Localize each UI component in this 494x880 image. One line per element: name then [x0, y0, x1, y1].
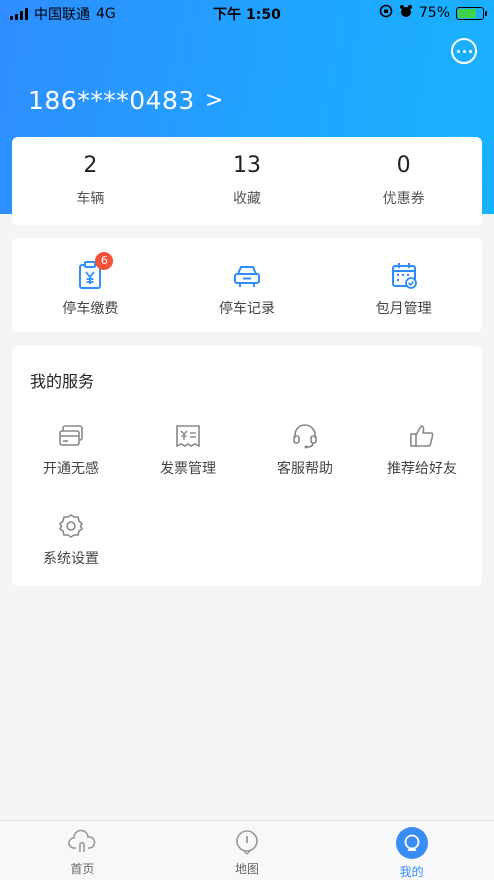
dot	[462, 49, 466, 53]
parking-fee-icon: 6	[75, 252, 114, 290]
battery-percent: 75%	[418, 5, 450, 21]
card-icon	[57, 422, 85, 450]
stat-label: 优惠券	[382, 191, 425, 207]
section-title: 我的服务	[30, 372, 95, 391]
service-system-settings[interactable]: 系统设置	[12, 512, 130, 568]
stat-favorites[interactable]: 13 收藏	[169, 137, 326, 225]
parking-records-button[interactable]: 停车记录	[169, 238, 326, 332]
tab-label: 地图	[235, 862, 260, 876]
invoice-icon	[174, 422, 202, 450]
map-pin-icon	[233, 828, 261, 856]
quick-action-label: 停车记录	[219, 301, 275, 317]
bottom-tab-bar: 首页 地图 我的	[0, 820, 494, 880]
stat-value: 13	[233, 153, 261, 178]
service-recommend[interactable]: 推荐给好友	[363, 422, 481, 478]
service-customer-help[interactable]: 客服帮助	[246, 422, 364, 478]
alarm-icon	[399, 4, 413, 22]
service-label: 推荐给好友	[387, 461, 457, 477]
tab-label: 首页	[70, 862, 95, 876]
dot	[456, 49, 460, 53]
service-label: 系统设置	[43, 551, 99, 567]
notification-badge: 6	[95, 252, 114, 270]
service-invoice[interactable]: 发票管理	[129, 422, 247, 478]
thumbs-up-icon	[408, 422, 436, 450]
message-button[interactable]	[451, 38, 477, 64]
tab-home[interactable]: 首页	[0, 821, 165, 880]
dot	[468, 49, 472, 53]
stat-vehicles[interactable]: 2 车辆	[12, 137, 169, 225]
service-label: 发票管理	[160, 461, 216, 477]
stats-card: 2 车辆 13 收藏 0 优惠券	[12, 137, 482, 225]
gear-icon	[57, 512, 85, 540]
my-services-card: 我的服务 开通无感 发票管理 客服帮助 推荐给好友 系统设置	[12, 346, 482, 586]
stat-label: 车辆	[76, 191, 105, 207]
stat-coupons[interactable]: 0 优惠券	[325, 137, 482, 225]
quick-action-label: 包月管理	[375, 301, 432, 317]
status-bar: 中国联通 4G 下午 1:50 75%	[0, 0, 494, 26]
chevron-right-icon: >	[204, 88, 224, 113]
home-cloud-icon	[68, 828, 96, 856]
tab-map[interactable]: 地图	[165, 821, 330, 880]
profile-icon	[395, 827, 428, 859]
quick-action-label: 停车缴费	[62, 301, 119, 317]
stat-value: 2	[83, 153, 98, 178]
stat-value: 0	[396, 153, 411, 178]
car-icon	[232, 260, 262, 290]
monthly-management-button[interactable]: 包月管理	[325, 238, 482, 332]
account-phone-link[interactable]: 186****0483 >	[28, 86, 224, 115]
parking-fee-button[interactable]: 6 停车缴费	[12, 238, 169, 332]
calendar-icon	[389, 260, 419, 290]
service-auto-pay[interactable]: 开通无感	[12, 422, 130, 478]
tab-label: 我的	[399, 865, 424, 879]
battery-icon	[456, 6, 487, 20]
tab-mine[interactable]: 我的	[329, 821, 494, 880]
service-label: 开通无感	[43, 461, 99, 477]
quick-actions-card: 6 停车缴费 停车记录 包月管理	[12, 238, 482, 332]
lock-rotation-icon	[379, 4, 393, 22]
phone-number: 186****0483	[28, 86, 195, 115]
headset-icon	[291, 422, 319, 450]
stat-label: 收藏	[233, 191, 261, 207]
service-label: 客服帮助	[277, 461, 333, 477]
